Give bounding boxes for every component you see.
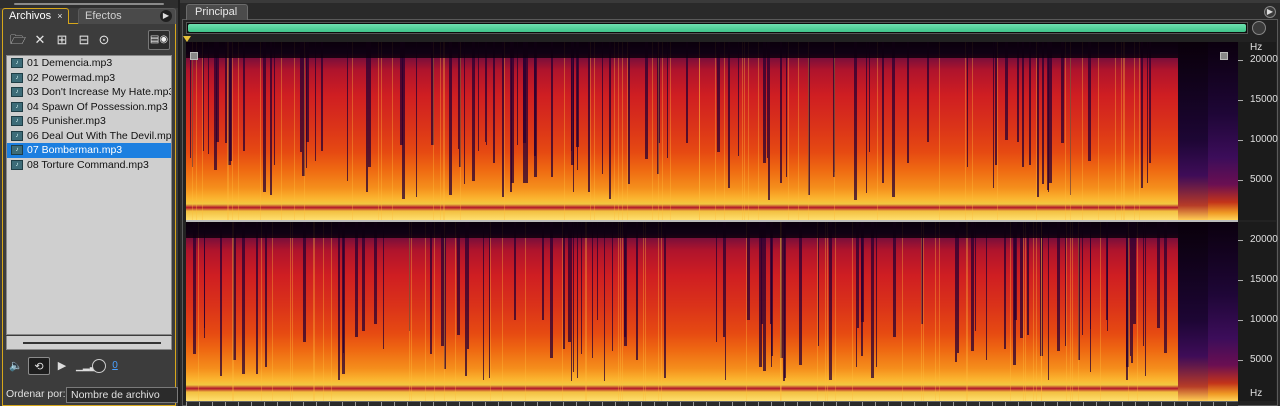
tab-efectos[interactable]: Efectos ▶: [78, 8, 176, 24]
list-item[interactable]: ♪ 06 Deal Out With The Devil.mp3: [7, 129, 171, 144]
ruler-label: 5000: [1250, 354, 1273, 365]
panel-grip[interactable]: [0, 0, 178, 8]
close-icon[interactable]: ×: [57, 11, 62, 21]
sort-label: Ordenar por:: [6, 388, 66, 400]
panel-menu-icon[interactable]: ▶: [1264, 6, 1276, 18]
insert-cd-icon[interactable]: ⊟: [76, 32, 92, 48]
sort-select[interactable]: Nombre de archivo: [66, 387, 178, 403]
insert-session-icon[interactable]: ⊞: [54, 32, 70, 48]
frequency-ruler-right: 20000 15000 10000 5000 Hz: [1238, 222, 1278, 401]
fade-in-handle[interactable]: [190, 52, 198, 60]
frequency-ruler-left: Hz 20000 15000 10000 5000: [1238, 42, 1278, 220]
ruler-label: 10000: [1250, 314, 1278, 325]
files-panel: Archivos × Efectos ▶ 🗁 ✕ ⊞ ⊟ ⊙ ▤◉ ♪ 01 Dem…: [0, 0, 178, 406]
volume-value[interactable]: 0: [110, 357, 120, 375]
audio-file-icon: ♪: [11, 116, 23, 126]
panel-grip[interactable]: [180, 0, 1280, 3]
audio-file-icon: ♪: [11, 87, 23, 97]
volume-knob[interactable]: [92, 359, 106, 373]
list-item[interactable]: ♪ 08 Torture Command.mp3: [7, 158, 171, 173]
zoom-range[interactable]: [188, 24, 1246, 32]
list-item[interactable]: ♪ 01 Demencia.mp3: [7, 56, 171, 71]
sort-row: Ordenar por: Nombre de archivo: [6, 386, 178, 404]
overview-bar[interactable]: [186, 22, 1248, 34]
edit-file-icon[interactable]: ⊙: [96, 32, 112, 48]
list-item[interactable]: ♪ 05 Punisher.mp3: [7, 114, 171, 129]
volume-level-icon: ▁▂▃: [76, 361, 97, 371]
loop-icon[interactable]: ⟲: [28, 357, 50, 375]
files-toolbar: 🗁 ✕ ⊞ ⊟ ⊙ ▤◉: [6, 30, 172, 50]
list-item-selected[interactable]: ♪ 07 Bomberman.mp3: [7, 143, 171, 158]
show-details-icon[interactable]: ▤◉: [148, 30, 170, 50]
spectral-channel-left[interactable]: [186, 42, 1238, 220]
panel-menu-icon[interactable]: ▶: [160, 10, 172, 22]
ruler-label: 15000: [1250, 274, 1278, 285]
zoom-reset-icon[interactable]: [1252, 21, 1266, 35]
horizontal-scrollbar[interactable]: [6, 336, 172, 350]
audition-window: Archivos × Efectos ▶ 🗁 ✕ ⊞ ⊟ ⊙ ▤◉ ♪ 01 Dem…: [0, 0, 1280, 406]
list-item[interactable]: ♪ 02 Powermad.mp3: [7, 71, 171, 86]
speaker-icon[interactable]: 🔈: [8, 357, 24, 375]
spectral-channel-right[interactable]: [186, 222, 1238, 401]
close-file-icon[interactable]: ✕: [32, 32, 48, 48]
audio-file-icon: ♪: [11, 145, 23, 155]
ruler-label: 20000: [1250, 234, 1278, 245]
ruler-label: 20000: [1250, 54, 1278, 65]
fade-out-handle[interactable]: [1220, 52, 1228, 60]
audio-file-icon: ♪: [11, 72, 23, 83]
time-ruler[interactable]: [186, 401, 1238, 406]
list-item[interactable]: ♪ 03 Don't Increase My Hate.mp3: [7, 85, 171, 100]
files-panel-tabs: Archivos × Efectos ▶: [2, 8, 176, 24]
open-file-icon[interactable]: 🗁: [10, 32, 26, 48]
preview-transport: 🔈 ⟲ ▶ ▁▂▃ 0: [6, 355, 172, 377]
audio-file-icon: ♪: [11, 159, 23, 170]
ruler-unit: Hz: [1250, 388, 1263, 399]
ruler-label: 5000: [1250, 174, 1273, 185]
audio-file-icon: ♪: [11, 58, 23, 68]
list-item[interactable]: ♪ 04 Spawn Of Possession.mp3: [7, 100, 171, 115]
main-editor-panel: Principal ▶ Hz 20000 15000 10000 5000 20…: [180, 0, 1280, 406]
file-list[interactable]: ♪ 01 Demencia.mp3 ♪ 02 Powermad.mp3 ♪ 03 Do…: [6, 55, 172, 335]
tab-principal[interactable]: Principal: [186, 4, 249, 20]
ruler-label: 10000: [1250, 134, 1278, 145]
ruler-label: 15000: [1250, 94, 1278, 105]
audio-file-icon: ♪: [11, 101, 23, 112]
play-icon[interactable]: ▶: [56, 357, 68, 375]
tab-archivos-label: Archivos: [9, 10, 52, 22]
tab-efectos-label: Efectos: [85, 10, 122, 22]
tab-archivos[interactable]: Archivos ×: [2, 8, 70, 24]
audio-file-icon: ♪: [11, 130, 23, 141]
ruler-unit: Hz: [1250, 42, 1263, 53]
